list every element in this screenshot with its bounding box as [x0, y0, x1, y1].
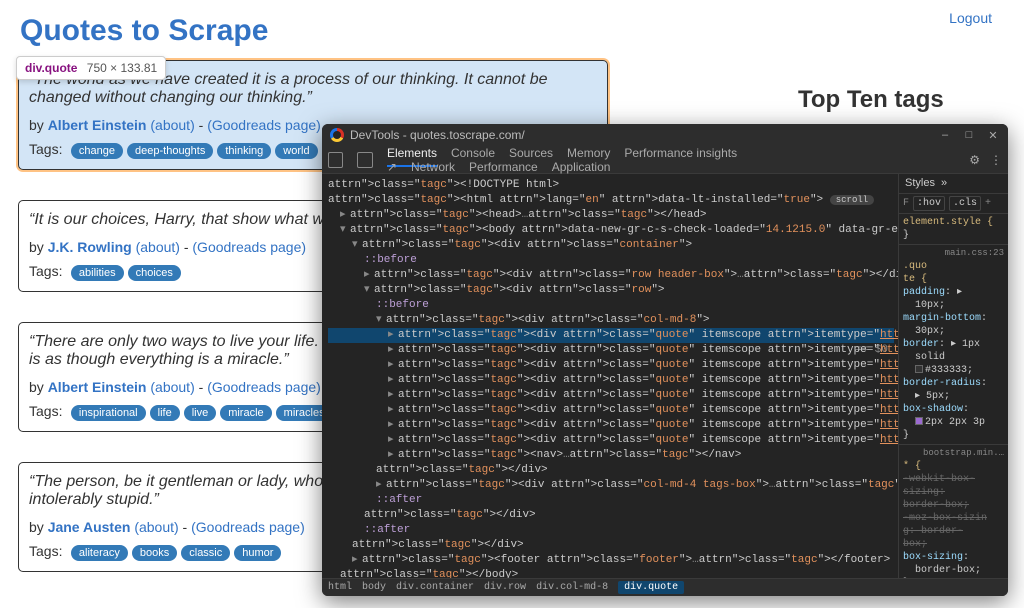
main-css-block[interactable]: main.css:23 .quo te { padding: ▸ 10px; m…	[899, 245, 1008, 445]
tag-pill[interactable]: life	[150, 405, 180, 421]
breadcrumb[interactable]: html body div.container div.row div.col-md-8…	[322, 578, 1008, 596]
tag-pill[interactable]: inspirational	[71, 405, 146, 421]
dom-line[interactable]: ::after	[328, 523, 894, 538]
maximize-button[interactable]: □	[962, 128, 976, 142]
devtools-tab-performance[interactable]: Performance	[469, 160, 538, 174]
element-style-block[interactable]: element.style { }	[899, 214, 1008, 245]
dom-line[interactable]: attrn">class="tagc"></div>	[328, 508, 894, 523]
crumb[interactable]: div.row	[484, 582, 526, 593]
dom-line[interactable]: ▸attrn">class="tagc"><div attrn">class="…	[328, 388, 894, 403]
tooltip-dims: 750 × 133.81	[87, 61, 157, 75]
dom-line[interactable]: ▾attrn">class="tagc"><body attrn">data-n…	[328, 223, 894, 238]
dom-line[interactable]: ▾attrn">class="tagc"><div attrn">class="…	[328, 238, 894, 253]
inspect-icon[interactable]	[328, 152, 343, 168]
devtools-tab-memory[interactable]: Memory	[567, 146, 610, 160]
cls-toggle[interactable]: .cls	[949, 196, 981, 211]
devtools-tab-console[interactable]: Console	[451, 146, 495, 160]
inspect-tooltip: div.quote 750 × 133.81	[16, 56, 166, 80]
author-link[interactable]: Albert Einstein	[48, 379, 147, 395]
about-link[interactable]: (about)	[134, 519, 178, 535]
page-title[interactable]: Quotes to Scrape	[0, 0, 1024, 54]
tag-pill[interactable]: classic	[181, 545, 230, 561]
goodreads-link[interactable]: (Goodreads page)	[192, 239, 306, 255]
tag-pill[interactable]: books	[132, 545, 177, 561]
logout-link[interactable]: Logout	[949, 10, 992, 26]
chrome-icon	[330, 128, 344, 142]
dom-line[interactable]: attrn">class="tagc"><html attrn">lang="e…	[328, 193, 894, 208]
goodreads-link[interactable]: (Goodreads page)	[207, 117, 321, 133]
dom-line[interactable]: ▸attrn">class="tagc"><div attrn">class="…	[328, 433, 894, 448]
dom-line[interactable]: ▸attrn">class="tagc"><div attrn">class="…	[328, 343, 894, 358]
devtools-tab-network[interactable]: Network	[411, 160, 455, 174]
dom-line[interactable]: ▸attrn">class="tagc"><div attrn">class="…	[328, 268, 894, 283]
tag-pill[interactable]: thinking	[217, 143, 271, 159]
tag-pill[interactable]: live	[184, 405, 217, 421]
about-link[interactable]: (about)	[150, 117, 194, 133]
settings-icon[interactable]: ⚙	[969, 153, 980, 167]
tag-pill[interactable]: choices	[128, 265, 181, 281]
dom-line[interactable]: attrn">class="tagc"><!DOCTYPE html>	[328, 178, 894, 193]
devtools-tabs: ElementsConsoleSourcesMemoryPerformance …	[322, 146, 1008, 174]
close-button[interactable]: ✕	[986, 128, 1000, 142]
tag-pill[interactable]: humor	[234, 545, 281, 561]
dom-line[interactable]: ::before	[328, 253, 894, 268]
dom-line[interactable]: ▸attrn">class="tagc"><nav>…attrn">class=…	[328, 448, 894, 463]
about-link[interactable]: (about)	[150, 379, 194, 395]
dom-line[interactable]: ▸attrn">class="tagc"><head>…attrn">class…	[328, 208, 894, 223]
tag-pill[interactable]: change	[71, 143, 123, 159]
dom-line[interactable]: ::before	[328, 298, 894, 313]
crumb[interactable]: body	[362, 582, 386, 593]
dom-line[interactable]: ::after	[328, 493, 894, 508]
tag-pill[interactable]: world	[275, 143, 317, 159]
dom-line[interactable]: ▾attrn">class="tagc"><div attrn">class="…	[328, 313, 894, 328]
devtools-tab-sources[interactable]: Sources	[509, 146, 553, 160]
dom-line[interactable]: ▸attrn">class="tagc"><div attrn">class="…	[328, 403, 894, 418]
styles-tab[interactable]: Styles»	[899, 174, 1008, 194]
crumb[interactable]: div.container	[396, 582, 474, 593]
dom-line[interactable]: attrn">class="tagc"></div>	[328, 463, 894, 478]
dom-line-selected[interactable]: ▸attrn">class="tagc"><div attrn">class="…	[328, 328, 894, 343]
elements-panel[interactable]: attrn">class="tagc"><!DOCTYPE html>attrn…	[322, 174, 898, 578]
crumb[interactable]: div.quote	[618, 581, 684, 594]
tag-pill[interactable]: aliteracy	[71, 545, 128, 561]
top-ten-heading: Top Ten tags	[798, 86, 944, 114]
device-icon[interactable]	[357, 152, 372, 168]
more-icon[interactable]: ⋮	[990, 153, 1002, 167]
hov-toggle[interactable]: :hov	[913, 196, 945, 211]
crumb[interactable]: div.col-md-8	[536, 582, 608, 593]
styles-filter[interactable]: F :hov .cls +	[899, 194, 1008, 214]
add-rule-icon[interactable]: +	[985, 197, 991, 210]
dom-line[interactable]: ▸attrn">class="tagc"><div attrn">class="…	[328, 418, 894, 433]
dom-line[interactable]: ▸attrn">class="tagc"><div attrn">class="…	[328, 358, 894, 373]
styles-panel[interactable]: Styles» F :hov .cls + element.style { } …	[898, 174, 1008, 578]
dom-line[interactable]: ▾attrn">class="tagc"><div attrn">class="…	[328, 283, 894, 298]
goodreads-link[interactable]: (Goodreads page)	[207, 379, 321, 395]
devtools-titlebar[interactable]: DevTools - quotes.toscrape.com/ – □ ✕	[322, 124, 1008, 146]
tag-pill[interactable]: deep-thoughts	[127, 143, 213, 159]
devtools-tab-application[interactable]: Application	[552, 160, 611, 174]
goodreads-link[interactable]: (Goodreads page)	[191, 519, 305, 535]
dom-line[interactable]: ▸attrn">class="tagc"><div attrn">class="…	[328, 478, 894, 493]
dom-line[interactable]: ▸attrn">class="tagc"><div attrn">class="…	[328, 373, 894, 388]
bootstrap-block[interactable]: bootstrap.min.… * { -webkit-box- sizing:…	[899, 445, 1008, 578]
about-link[interactable]: (about)	[136, 239, 180, 255]
tag-pill[interactable]: miracle	[220, 405, 271, 421]
tooltip-selector: div.quote	[25, 61, 77, 75]
devtools-window[interactable]: DevTools - quotes.toscrape.com/ – □ ✕ El…	[322, 124, 1008, 596]
author-link[interactable]: J.K. Rowling	[48, 239, 132, 255]
author-link[interactable]: Jane Austen	[48, 519, 131, 535]
crumb[interactable]: html	[328, 582, 352, 593]
dom-line[interactable]: attrn">class="tagc"></div>	[328, 538, 894, 553]
tag-pill[interactable]: abilities	[71, 265, 124, 281]
author-link[interactable]: Albert Einstein	[48, 117, 147, 133]
devtools-title: DevTools - quotes.toscrape.com/	[350, 128, 525, 142]
dom-line[interactable]: attrn">class="tagc"></body>	[328, 568, 894, 578]
dom-line[interactable]: ▸attrn">class="tagc"><footer attrn">clas…	[328, 553, 894, 568]
minimize-button[interactable]: –	[938, 128, 952, 142]
